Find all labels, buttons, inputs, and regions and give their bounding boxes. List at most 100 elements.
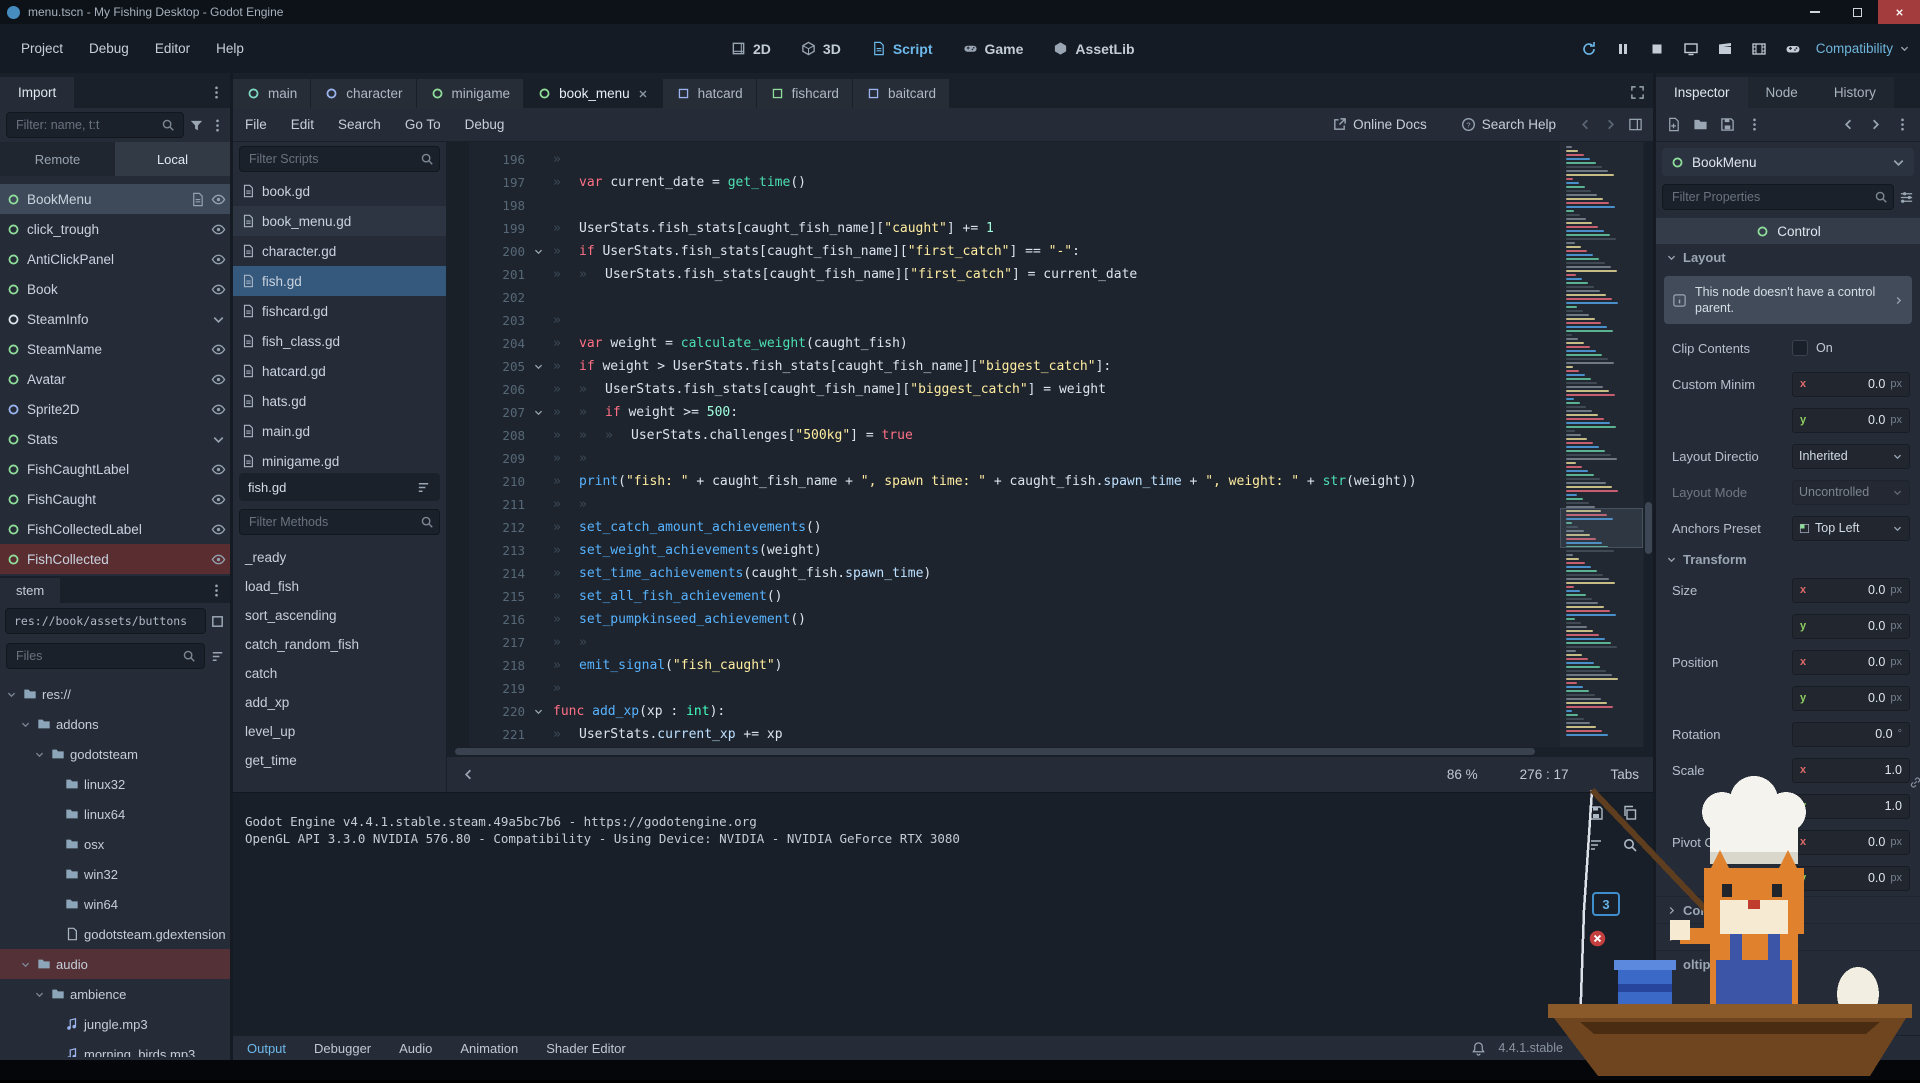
class-section-control[interactable]: Control xyxy=(1656,218,1920,244)
file-item-linux32[interactable]: linux32 xyxy=(0,769,230,799)
method-item-level_up[interactable]: level_up xyxy=(233,717,446,746)
code-line[interactable]: 206 »»UserStats.fish_stats[caught_fish_n… xyxy=(447,378,1554,401)
file-item-godotsteam.gdextension[interactable]: godotsteam.gdextension xyxy=(0,919,230,949)
scene-node-SteamInfo[interactable]: SteamInfo xyxy=(0,304,230,334)
code-line[interactable]: 214 »set_time_achievements(caught_fish.s… xyxy=(447,562,1554,585)
filter-methods-input[interactable] xyxy=(239,509,440,535)
checkbox[interactable] xyxy=(1792,340,1808,356)
scene-tab-hatcard[interactable]: hatcard xyxy=(663,79,756,108)
toggle-split-icon[interactable] xyxy=(210,614,225,629)
renderer-select[interactable]: Compatibility xyxy=(1816,24,1910,73)
visibility-eye-icon[interactable] xyxy=(211,222,226,237)
scene-tab-book_menu[interactable]: book_menu xyxy=(524,79,662,108)
visibility-eye-icon[interactable] xyxy=(211,462,226,477)
game-embed-button[interactable] xyxy=(1779,35,1807,63)
scene-tab-fishcard[interactable]: fishcard xyxy=(757,79,852,108)
files-filter-input[interactable] xyxy=(6,643,205,669)
method-item-catch[interactable]: catch xyxy=(233,659,446,688)
visibility-eye-icon[interactable] xyxy=(211,342,226,357)
chevron-down-icon[interactable] xyxy=(211,432,226,447)
workspace-3d[interactable]: 3D xyxy=(786,24,856,73)
script-menu-debug[interactable]: Debug xyxy=(453,117,517,132)
zoom-level[interactable]: 86 % xyxy=(1447,767,1478,782)
scene-tab-character[interactable]: character xyxy=(311,79,415,108)
scene-node-click_trough[interactable]: click_trough xyxy=(0,214,230,244)
vertical-scrollbar[interactable] xyxy=(1644,142,1653,747)
dropdown-anchors-preset[interactable]: Top Left xyxy=(1792,516,1910,541)
replay-button[interactable] xyxy=(1575,35,1603,63)
chevron-down-icon[interactable] xyxy=(20,959,31,970)
dropdown-layout-mode[interactable]: Uncontrolled xyxy=(1792,480,1910,505)
edited-node-selector[interactable]: BookMenu xyxy=(1662,148,1914,176)
file-item-jungle.mp3[interactable]: jungle.mp3 xyxy=(0,1009,230,1039)
workspace-game[interactable]: Game xyxy=(948,24,1039,73)
layout-warning[interactable]: This node doesn't have a control parent. xyxy=(1664,276,1912,324)
stop-button[interactable] xyxy=(1643,35,1671,63)
bottom-tab-debugger[interactable]: Debugger xyxy=(300,1041,385,1056)
current-path[interactable]: res://book/assets/buttons xyxy=(5,608,206,634)
chevron-down-icon[interactable] xyxy=(6,689,17,700)
dock-menu-icon[interactable] xyxy=(209,85,224,100)
menu-editor[interactable]: Editor xyxy=(142,35,203,62)
code-line[interactable]: 217 »» xyxy=(447,631,1554,654)
file-item-godotsteam[interactable]: godotsteam xyxy=(0,739,230,769)
scene-filter-input[interactable] xyxy=(6,112,184,138)
bottom-tab-audio[interactable]: Audio xyxy=(385,1041,446,1056)
method-item-load_fish[interactable]: load_fish xyxy=(233,572,446,601)
tab-remote[interactable]: Remote xyxy=(0,142,115,176)
tab-inspector[interactable]: Inspector xyxy=(1656,77,1748,108)
attached-script-icon[interactable] xyxy=(190,192,205,207)
bottom-tab-animation[interactable]: Animation xyxy=(446,1041,532,1056)
scene-node-AntiClickPanel[interactable]: AntiClickPanel xyxy=(0,244,230,274)
load-resource-icon[interactable] xyxy=(1693,117,1708,132)
code-line[interactable]: 221 »UserStats.current_xp += xp xyxy=(447,723,1554,746)
notifications-bell-icon[interactable] xyxy=(1471,1041,1486,1056)
filter-properties-input[interactable] xyxy=(1662,184,1894,210)
chevron-down-icon[interactable] xyxy=(34,989,45,1000)
collapse-sidebar-icon[interactable] xyxy=(461,767,476,782)
file-item-addons[interactable]: addons xyxy=(0,709,230,739)
scene-node-FishCollected[interactable]: FishCollected xyxy=(0,544,230,574)
fold-toggle-icon[interactable] xyxy=(533,361,544,372)
value-field-y[interactable]: y0.0px xyxy=(1792,614,1910,639)
horizontal-scrollbar[interactable] xyxy=(447,747,1653,756)
code-view[interactable]: 196 » 197 »var current_date = get_time()… xyxy=(447,142,1653,747)
fishing-cat-mascot-overlay[interactable] xyxy=(1540,760,1920,1080)
code-line[interactable]: 201 »»UserStats.fish_stats[caught_fish_n… xyxy=(447,263,1554,286)
code-line[interactable]: 216 »set_pumpkinseed_achievement() xyxy=(447,608,1554,631)
code-line[interactable]: 219 » xyxy=(447,677,1554,700)
bottom-tab-output[interactable]: Output xyxy=(233,1041,300,1056)
code-line[interactable]: 207 »»if weight >= 500: xyxy=(447,401,1554,424)
dropdown-layout-directio[interactable]: Inherited xyxy=(1792,444,1910,469)
current-script-row[interactable]: fish.gd xyxy=(239,473,440,501)
value-field-x[interactable]: x0.0px xyxy=(1792,578,1910,603)
history-back-icon[interactable] xyxy=(1578,117,1593,132)
method-item-get_time[interactable]: get_time xyxy=(233,746,446,775)
new-resource-icon[interactable] xyxy=(1666,117,1681,132)
scene-node-FishCaughtLabel[interactable]: FishCaughtLabel xyxy=(0,454,230,484)
workspace-2d[interactable]: 2D xyxy=(716,24,786,73)
scene-tab-baitcard[interactable]: baitcard xyxy=(853,79,949,108)
menu-debug[interactable]: Debug xyxy=(76,35,142,62)
minimize-button[interactable] xyxy=(1794,0,1836,24)
code-line[interactable]: 213 »set_weight_achievements(weight) xyxy=(447,539,1554,562)
file-item-linux64[interactable]: linux64 xyxy=(0,799,230,829)
code-line[interactable]: 209 »» xyxy=(447,447,1554,470)
tab-import[interactable]: Import xyxy=(0,77,74,108)
script-menu-file[interactable]: File xyxy=(233,117,279,132)
code-line[interactable]: 198 xyxy=(447,194,1554,217)
script-item-main.gd[interactable]: main.gd xyxy=(233,416,446,446)
dock-menu-icon[interactable] xyxy=(209,583,224,598)
value-field[interactable]: 0.0° xyxy=(1792,722,1910,747)
method-item-_ready[interactable]: _ready xyxy=(233,543,446,572)
script-menu-edit[interactable]: Edit xyxy=(279,117,326,132)
movie-writer-button[interactable] xyxy=(1745,35,1773,63)
scene-tab-main[interactable]: main xyxy=(233,79,310,108)
visibility-eye-icon[interactable] xyxy=(211,552,226,567)
code-line[interactable]: 215 »set_all_fish_achievement() xyxy=(447,585,1554,608)
method-item-sort_ascending[interactable]: sort_ascending xyxy=(233,601,446,630)
fold-toggle-icon[interactable] xyxy=(533,246,544,257)
sort-methods-icon[interactable] xyxy=(416,480,431,495)
script-item-character.gd[interactable]: character.gd xyxy=(233,236,446,266)
code-line[interactable]: 220 func add_xp(xp : int): xyxy=(447,700,1554,723)
